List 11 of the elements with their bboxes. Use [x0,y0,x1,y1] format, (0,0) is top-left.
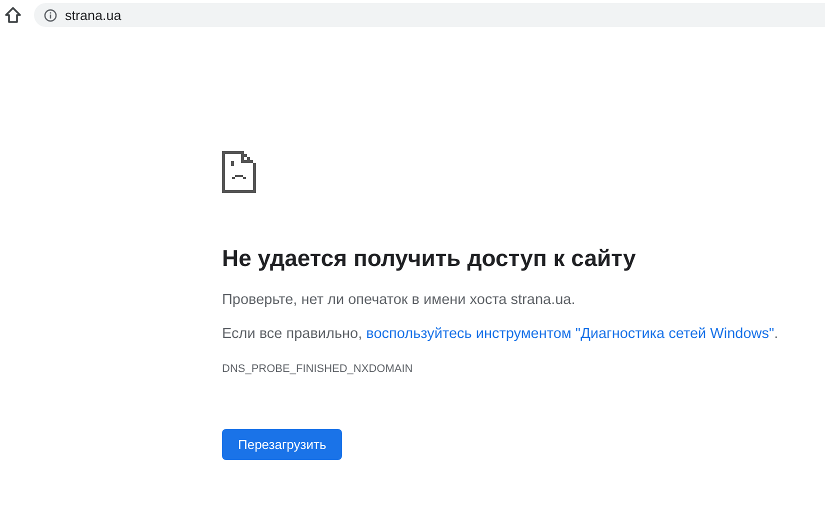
suggestion-text: Если все правильно, воспользуйтесь инструментом "Диагностика сетей Windows". [222,326,778,342]
address-bar[interactable]: strana.ua [34,3,825,27]
home-icon[interactable] [4,6,22,24]
diagnostics-link[interactable]: воспользуйтесь инструментом "Диагностика сетей Windows" [366,326,774,342]
sad-document-icon [222,151,256,193]
info-icon[interactable] [44,8,57,22]
url-text: strana.ua [65,8,122,22]
hint-text: Проверьте, нет ли опечаток в имени хоста strana.ua. [222,292,576,308]
error-title: Не удается получить доступ к сайту [222,245,636,272]
error-code: DNS_PROBE_FINISHED_NXDOMAIN [222,363,413,375]
reload-button[interactable]: Перезагрузить [222,429,342,460]
